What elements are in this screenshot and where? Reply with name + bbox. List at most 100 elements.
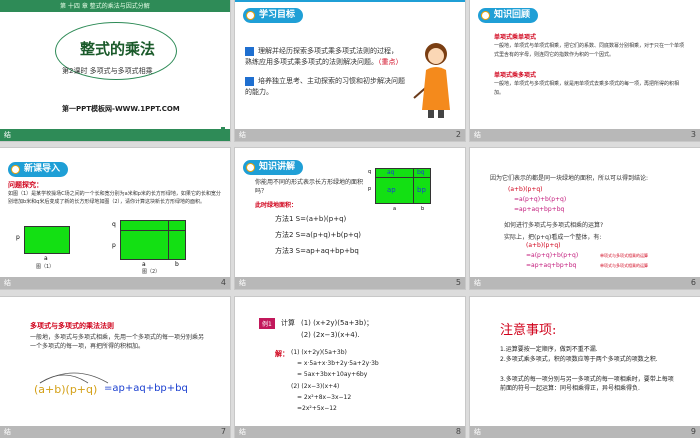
slide-number: 3 [690, 130, 696, 139]
review-heading-1: 单项式乘单项式 [494, 34, 537, 41]
fig1-label-a: a [44, 255, 48, 262]
bullet-icon [481, 11, 490, 20]
teacher-illustration [413, 43, 450, 118]
slide-footer: 结 [235, 426, 465, 438]
goal-2: 培养独立思考、主动探索的习惯和初步解决问题的能力。 [245, 76, 405, 96]
area-vline [413, 168, 414, 204]
question-text: 你能用不同的形式表示长方形绿地的面积吗？ [255, 179, 364, 195]
slide-number: 2 [455, 130, 461, 139]
note-1: 1.运算要按一定顺序，做到不重不漏. [500, 346, 598, 353]
slide-title: 整式的乘法 [80, 40, 156, 58]
expr-2: =a(p+q)+b(p+q) [514, 196, 567, 203]
fig1-label-p: p [16, 234, 20, 241]
method-2: 方法2 S=a(p+q)+b(p+q) [275, 231, 362, 239]
method-title: 此时绿地面积： [255, 202, 298, 209]
solution-line-1: (1) (x+2y)(5a+3b) [291, 349, 347, 356]
slide-footer: 结 [470, 129, 700, 141]
slide-footer: 结 [0, 129, 230, 141]
question-text: 如何进行多项式与多项式相乘的运算? [504, 222, 604, 229]
section-heading: 知识回顾 [478, 8, 539, 23]
example-prompt: 计算 [281, 319, 295, 327]
note-2: 2.多项式乘多项式，积的项数应等于两个多项式的项数之积. [500, 356, 658, 363]
slide-thumbnail-9[interactable]: 注意事项: 1.运算要按一定顺序，做到不重不漏. 2.多项式乘多项式，积的项数应… [470, 297, 700, 438]
review-heading-2: 单项式乘多项式 [494, 72, 537, 79]
solution-line-2: = x·5a+x·3b+2y·5a+2y·3b [297, 360, 379, 367]
slide-thumbnail-8[interactable]: 例1 计算 (1) (x+2y)(5a+3b)； (2) (2x−3)(x+4)… [235, 297, 465, 438]
example-tag: 例1 [259, 318, 275, 329]
slide-footer: 结 [0, 426, 230, 438]
slide-thumbnail-3[interactable]: 知识回顾 单项式乘单项式 一般地，单项式与单项式相乘，把它们的系数、同底数幂分别… [470, 0, 700, 141]
bullet-icon [246, 163, 255, 172]
formula-right: =ap+aq+bp+bq [104, 383, 188, 394]
bullet-icon [246, 11, 255, 20]
section-heading: 知识讲解 [243, 160, 304, 175]
slide-thumbnail-6[interactable]: 因为它们表示的都是同一块绿地的面积，所以可以得到结论: (a+b)(p+q) =… [470, 148, 700, 289]
figure-2-rect [120, 220, 186, 260]
question-label: 问题探究： [8, 181, 43, 189]
slide-number: 4 [220, 278, 226, 287]
review-text-2: 一般地，单项式与多项式相乘，就是用单项式去乘多项式的每一项，再把所得的积相加。 [494, 81, 680, 96]
slide-footer: 结 [235, 129, 465, 141]
area-hline [375, 177, 431, 178]
cell-bq: bq [417, 169, 425, 176]
bullet-icon [11, 165, 20, 174]
site-credit: 第一PPT模板网-WWW.1PPT.COM [62, 105, 180, 113]
section-heading: 新课导入 [8, 162, 69, 177]
solution-label: 解： [275, 350, 289, 358]
slide-footer: 结 [235, 277, 465, 289]
figure-2-hline [120, 230, 186, 231]
slide-number: 7 [220, 427, 226, 436]
fig2-label-q: q [112, 221, 116, 228]
conclusion-text: 因为它们表示的都是同一块绿地的面积，所以可以得到结论: [490, 175, 649, 182]
review-text-1: 一般地，单项式与单项式相乘，把它们的系数、同底数幂分别相乘，对于只在一个单项式里… [494, 43, 685, 58]
slide-thumbnail-1[interactable]: 第 十四 章 整式的乘法与因式分解 整式的乘法 第2课时 多项式与多项式相乘 第… [0, 0, 230, 141]
green-corner-mark [221, 127, 225, 138]
slide-number: 9 [690, 427, 696, 436]
slide-subtitle: 第2课时 多项式与多项式相乘 [62, 67, 153, 75]
area-label-p: p [368, 186, 372, 192]
slide-number: 8 [455, 427, 461, 436]
figure-1-rect [24, 226, 70, 254]
area-label-q: q [368, 169, 372, 175]
solution-line-6: =2x²+5x−12 [297, 405, 337, 412]
heading-bar [235, 0, 465, 2]
expr-5: =a(p+q)+b(p+q) [526, 252, 579, 259]
slide-thumbnail-2[interactable]: 学习目标 理解并经历探索多项式乘多项式法则的过程， 熟练应用多项式乘多项式的法则… [235, 0, 465, 141]
expr-1: (a+b)(p+q) [508, 186, 543, 193]
slide-number: 5 [455, 278, 461, 287]
solution-line-4: (2) (2x−3)(x+4) [291, 383, 340, 390]
example-q2: (2) (2x−3)(x+4). [301, 331, 360, 339]
cell-aq: aq [387, 169, 395, 176]
slide-footer: 结 [470, 426, 700, 438]
section-heading: 学习目标 [243, 8, 304, 23]
hint-text: 实际上，把(p+q)看成一个整体，有: [504, 234, 602, 241]
solution-line-3: = 5ax+3bx+10ay+6by [297, 371, 368, 378]
expr-5-note: 单项式与多项式相乘的运算 [600, 253, 648, 258]
slide-thumbnail-4[interactable]: 新课导入 问题探究： 如图（1）是某学校操场C场之间的一个长和宽分别为a米和p米… [0, 148, 230, 289]
cell-ap: ap [387, 186, 396, 194]
top-banner-text: 第 十四 章 整式的乘法与因式分解 [60, 3, 150, 10]
example-q1: (1) (x+2y)(5a+3b)； [301, 319, 374, 327]
figure-1-caption: 图（1） [36, 264, 55, 270]
slide-number: 6 [690, 278, 696, 287]
expr-6: =ap+aq+bp+bq [526, 262, 577, 269]
figure-2-caption: 图（2） [142, 269, 161, 275]
rule-title: 多项式与多项式的乘法法则 [30, 322, 114, 330]
expr-4: (a+b)(p+q) [526, 242, 561, 249]
bullet-square-icon [245, 76, 254, 86]
rule-text: 一般地，多项式与多项式相乘，先用一个多项式的每一项分别乘另一个多项式的每一项，再… [30, 334, 205, 350]
slide-thumbnail-7[interactable]: 多项式与多项式的乘法法则 一般地，多项式与多项式相乘，先用一个多项式的每一项分别… [0, 297, 230, 438]
slide-footer: 结 [470, 277, 700, 289]
solution-line-5: = 2x²+8x−3x−12 [297, 394, 352, 401]
expr-3: =ap+aq+bp+bq [514, 206, 565, 213]
expr-6-note: 单项式与多项式相乘的运算 [600, 263, 648, 268]
method-3: 方法3 S=ap+aq+bp+bq [275, 247, 359, 255]
fig2-label-p: p [112, 242, 116, 249]
note-3: 3.多项式的每一项分别与另一多项式的每一项相乘时，要带上每项前面的符号一起运算：… [500, 376, 674, 392]
slide-thumbnail-5[interactable]: 知识讲解 你能用不同的形式表示长方形绿地的面积吗？ 此时绿地面积： 方法1 S=… [235, 148, 465, 289]
slide-footer: 结 [0, 277, 230, 289]
fig2-label-b: b [175, 261, 179, 268]
formula-left: (a+b)(p+q) [34, 383, 98, 396]
area-label-b: b [421, 206, 425, 212]
cell-bp: bp [417, 186, 426, 194]
